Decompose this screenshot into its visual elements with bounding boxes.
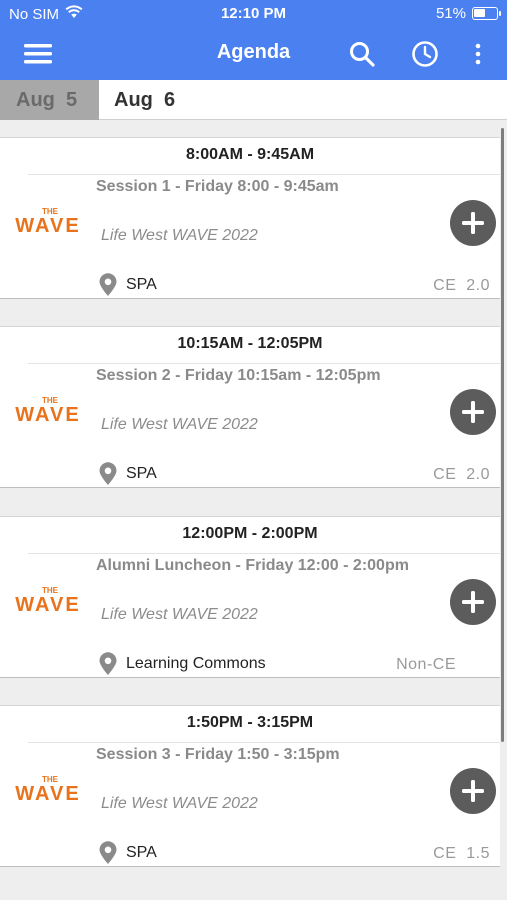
app-screen: No SIM 12:10 PM 51% Agenda Aug 5 Aug 6 8… <box>0 0 507 900</box>
ce-credits: CE 2.0 <box>433 466 490 483</box>
location-pin-icon <box>99 652 117 675</box>
the-wave-logo: THE WAVE <box>15 586 80 613</box>
nav-bar: Agenda <box>0 28 507 80</box>
event-name: Life West WAVE 2022 <box>101 227 258 244</box>
status-time: 12:10 PM <box>220 5 287 22</box>
location-label: SPA <box>126 465 157 482</box>
session-card[interactable]: 10:15AM - 12:05PM THE WAVE Session 2 - F… <box>0 326 500 488</box>
tab-aug-5[interactable]: Aug 5 <box>0 80 99 120</box>
session-location: SPA <box>98 462 157 486</box>
plus-icon <box>462 401 484 423</box>
top-bar: No SIM 12:10 PM 51% Agenda <box>0 0 507 80</box>
session-time: 10:15AM - 12:05PM <box>177 335 323 352</box>
session-time: 1:50PM - 3:15PM <box>186 714 314 731</box>
the-wave-logo: THE WAVE <box>15 775 80 802</box>
search-icon[interactable] <box>346 38 378 70</box>
ce-credits: CE 1.5 <box>433 845 490 862</box>
divider <box>28 553 500 554</box>
divider <box>28 363 500 364</box>
more-vertical-icon[interactable] <box>462 38 494 70</box>
event-name: Life West WAVE 2022 <box>101 416 258 433</box>
add-session-button[interactable] <box>450 579 496 625</box>
ce-credits: Non-CE <box>396 656 456 673</box>
battery-icon <box>472 7 501 20</box>
svg-text:WAVE: WAVE <box>15 594 80 613</box>
session-title: Session 3 - Friday 1:50 - 3:15pm <box>96 746 340 763</box>
status-right: 51% <box>435 5 501 22</box>
location-label: Learning Commons <box>126 655 266 672</box>
battery-level <box>474 9 485 17</box>
location-pin-icon <box>99 462 117 485</box>
event-name: Life West WAVE 2022 <box>101 795 258 812</box>
location-pin-icon <box>99 273 117 296</box>
session-title: Session 2 - Friday 10:15am - 12:05pm <box>96 367 381 384</box>
session-location: SPA <box>98 273 157 297</box>
session-time: 12:00PM - 2:00PM <box>182 525 318 542</box>
svg-text:WAVE: WAVE <box>15 215 80 234</box>
the-wave-logo: THE WAVE <box>15 207 80 234</box>
divider <box>28 174 500 175</box>
battery-percent: 51% <box>435 5 466 22</box>
session-time: 8:00AM - 9:45AM <box>185 146 315 163</box>
plus-icon <box>462 591 484 613</box>
location-label: SPA <box>126 844 157 861</box>
svg-text:WAVE: WAVE <box>15 404 80 423</box>
session-card[interactable]: 1:50PM - 3:15PM THE WAVE Session 3 - Fri… <box>0 705 500 867</box>
session-title: Session 1 - Friday 8:00 - 9:45am <box>96 178 339 195</box>
day-tabs: Aug 5 Aug 6 <box>0 80 507 120</box>
svg-text:WAVE: WAVE <box>15 783 80 802</box>
session-card[interactable]: 12:00PM - 2:00PM THE WAVE Alumni Luncheo… <box>0 516 500 678</box>
plus-icon <box>462 780 484 802</box>
session-location: Learning Commons <box>98 652 266 676</box>
the-wave-logo: THE WAVE <box>15 396 80 423</box>
clock-icon[interactable] <box>409 38 441 70</box>
session-title: Alumni Luncheon - Friday 12:00 - 2:00pm <box>96 557 409 574</box>
tab-aug-6[interactable]: Aug 6 <box>99 80 219 120</box>
scrollbar[interactable] <box>501 128 504 742</box>
session-card[interactable]: 8:00AM - 9:45AM THE WAVE Session 1 - Fri… <box>0 137 500 299</box>
add-session-button[interactable] <box>450 389 496 435</box>
add-session-button[interactable] <box>450 768 496 814</box>
location-pin-icon <box>99 841 117 864</box>
add-session-button[interactable] <box>450 200 496 246</box>
event-name: Life West WAVE 2022 <box>101 606 258 623</box>
status-bar: No SIM 12:10 PM 51% <box>0 0 507 28</box>
session-location: SPA <box>98 841 157 865</box>
location-label: SPA <box>126 276 157 293</box>
plus-icon <box>462 212 484 234</box>
ce-credits: CE 2.0 <box>433 277 490 294</box>
divider <box>28 742 500 743</box>
